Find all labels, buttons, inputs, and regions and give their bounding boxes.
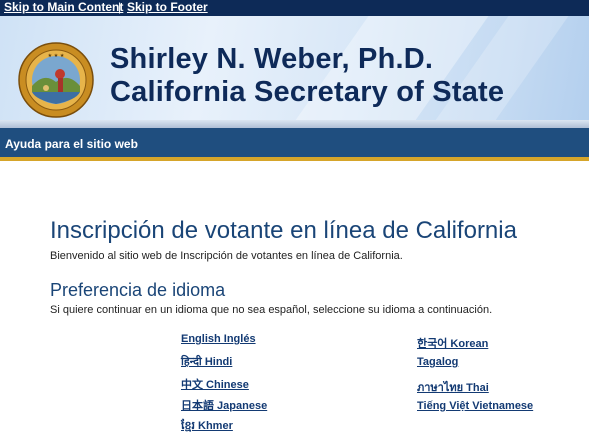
main-nav-bar: Ayuda para el sitio web (0, 128, 589, 161)
language-link-khmer[interactable]: ខ្មែរ Khmer (181, 419, 233, 435)
header-title-office: California Secretary of State (110, 76, 505, 108)
site-header-banner: ★ ★ ★ Shirley N. Weber, Ph.D. California… (0, 16, 589, 128)
skip-to-footer-link[interactable]: Skip to Footer (127, 0, 208, 15)
page-title: Inscripción de votante en línea de Calif… (50, 217, 517, 244)
language-link-english[interactable]: English Inglés (181, 333, 256, 345)
california-state-seal-icon[interactable]: ★ ★ ★ (18, 42, 94, 118)
language-link-hindi[interactable]: हिन्दी Hindi (181, 354, 232, 369)
skip-links-bar: Skip to Main Content | Skip to Footer (0, 0, 589, 16)
welcome-text: Bienvenido al sitio web de Inscripción d… (50, 250, 403, 262)
language-link-japanese[interactable]: 日本語 Japanese (181, 397, 267, 413)
language-link-thai[interactable]: ภาษาไทย Thai (417, 378, 489, 396)
header-title-name: Shirley N. Weber, Ph.D. (110, 43, 434, 75)
language-link-vietnamese[interactable]: Tiếng Việt Vietnamese (417, 400, 533, 412)
skip-to-main-content-link[interactable]: Skip to Main Content (4, 0, 123, 15)
language-link-tagalog[interactable]: Tagalog (417, 356, 458, 368)
language-preference-heading: Preferencia de idioma (50, 280, 226, 300)
language-link-chinese[interactable]: 中文 Chinese (181, 376, 249, 392)
nav-help-link[interactable]: Ayuda para el sitio web (5, 137, 138, 151)
banner-bottom-band (0, 120, 589, 128)
language-link-korean[interactable]: 한국어 Korean (417, 335, 488, 351)
language-instruction: Si quiere continuar en un idioma que no … (50, 304, 493, 316)
svg-text:★ ★ ★: ★ ★ ★ (48, 53, 65, 59)
skip-links-separator: | (118, 0, 122, 14)
